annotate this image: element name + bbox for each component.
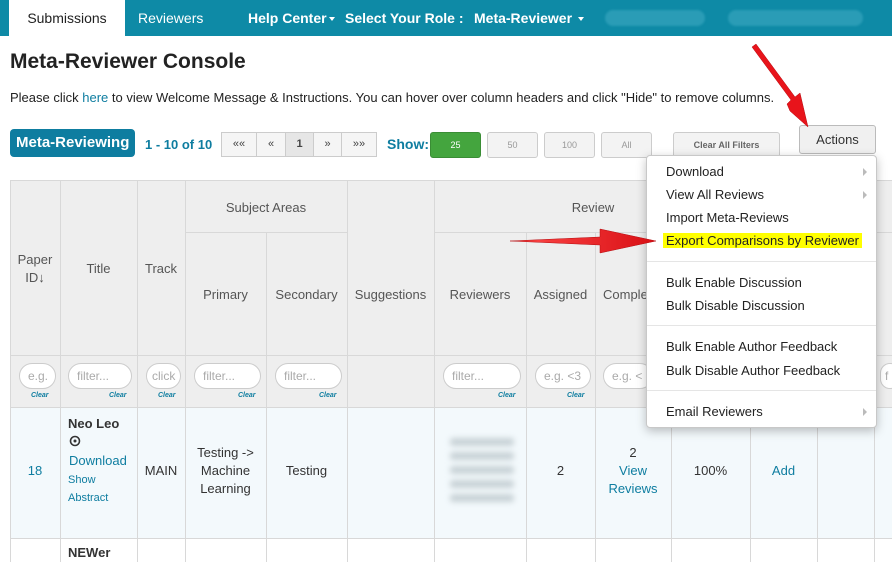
red-arrow-icon (751, 43, 809, 128)
annotation-arrows (509, 43, 809, 254)
red-arrow-icon (509, 228, 657, 254)
